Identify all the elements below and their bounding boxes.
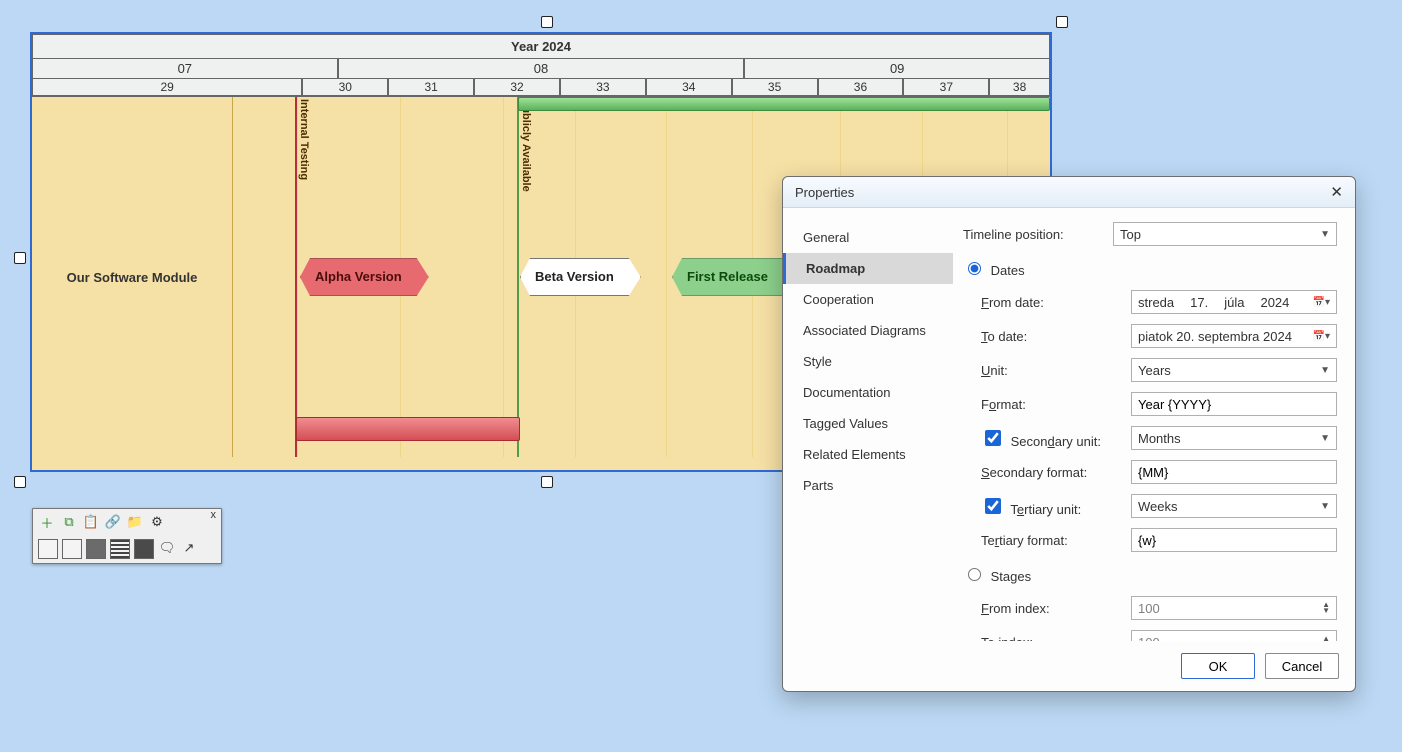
secondary-unit-select[interactable]: Months ▼ <box>1131 426 1337 450</box>
timeline-month: 09 <box>744 59 1050 79</box>
resize-handle[interactable] <box>14 252 26 264</box>
marker-line-internal[interactable] <box>295 97 297 457</box>
chevron-down-icon: ▼ <box>1320 433 1330 444</box>
unit-select[interactable]: Years ▼ <box>1131 358 1337 382</box>
note-icon[interactable]: 🗨 <box>158 539 176 557</box>
chevron-down-icon: ▼ <box>1320 501 1330 512</box>
link-icon[interactable]: 🔗 <box>104 513 122 531</box>
ok-button[interactable]: OK <box>1181 653 1255 679</box>
folder-icon[interactable]: 📁 <box>126 513 144 531</box>
calendar-icon: 📅▾ <box>1313 297 1330 308</box>
timeline-week: 34 <box>646 79 732 96</box>
phase-bar-internal[interactable] <box>296 417 520 441</box>
sidebar-item-documentation[interactable]: Documentation <box>783 377 953 408</box>
secondary-format-input[interactable] <box>1131 460 1337 484</box>
label-tertiary-format: Tertiary format: <box>981 533 1131 548</box>
context-toolbox[interactable]: x ＋ ⧉ 📋 🔗 📁 ⚙ 🗨 ↗ <box>32 508 222 564</box>
add-one-icon[interactable]: ＋ <box>38 513 56 531</box>
label-format: Format: <box>981 397 1131 412</box>
spinner-icon: ▲▼ <box>1322 602 1330 614</box>
marker-line-public[interactable] <box>517 97 519 457</box>
swatch-light[interactable] <box>38 539 58 559</box>
sidebar-item-parts[interactable]: Parts <box>783 470 953 501</box>
timeline-week: 30 <box>302 79 388 96</box>
resize-handle[interactable] <box>1056 16 1068 28</box>
tertiary-unit-select[interactable]: Weeks ▼ <box>1131 494 1337 518</box>
phase-bar-public[interactable] <box>518 97 1050 111</box>
sidebar-item-general[interactable]: General <box>783 222 953 253</box>
clipboard-icon[interactable]: 📋 <box>82 513 100 531</box>
timeline-month: 08 <box>338 59 745 79</box>
swatch-gray[interactable] <box>86 539 106 559</box>
label-unit: Unit: <box>981 363 1131 378</box>
label-stages: Stages <box>991 569 1031 584</box>
to-index-spinner: 100 ▲▼ <box>1131 630 1337 641</box>
resize-handle[interactable] <box>14 476 26 488</box>
chevron-down-icon: ▼ <box>1320 229 1330 240</box>
label-dates: Dates <box>991 263 1025 278</box>
chevron-down-icon: ▼ <box>1320 365 1330 376</box>
cancel-button[interactable]: Cancel <box>1265 653 1339 679</box>
external-icon[interactable]: ↗ <box>180 539 198 557</box>
to-date-picker[interactable]: piatok 20. septembra 2024 📅▾ <box>1131 324 1337 348</box>
milestone-release[interactable]: First Release <box>672 258 795 296</box>
dialog-title-text: Properties <box>795 185 854 200</box>
marker-label-public: Publicly Available <box>520 99 532 192</box>
label-tertiary-unit: Tertiary unit: <box>981 495 1131 517</box>
add-many-icon[interactable]: ⧉ <box>60 513 78 531</box>
dialog-sidebar: General Roadmap Cooperation Associated D… <box>783 208 953 641</box>
timeline-week: 37 <box>903 79 989 96</box>
dialog-footer: OK Cancel <box>783 641 1355 691</box>
module-label[interactable]: Our Software Module <box>32 97 233 457</box>
milestone-beta[interactable]: Beta Version <box>520 258 641 296</box>
tertiary-unit-checkbox[interactable] <box>985 498 1001 514</box>
label-timeline-position: Timeline position: <box>963 227 1113 242</box>
from-index-spinner: 100 ▲▼ <box>1131 596 1337 620</box>
sidebar-item-cooperation[interactable]: Cooperation <box>783 284 953 315</box>
label-secondary-unit: Secondary unit: <box>981 427 1131 449</box>
resize-handle[interactable] <box>541 476 553 488</box>
timeline-week: 29 <box>32 79 302 96</box>
from-date-picker[interactable]: streda 17. júla 2024 📅▾ <box>1131 290 1337 314</box>
dialog-form: Timeline position: Top ▼ Dates From date… <box>953 208 1355 641</box>
secondary-unit-checkbox[interactable] <box>985 430 1001 446</box>
calendar-icon: 📅▾ <box>1313 331 1330 342</box>
marker-label-internal: Internal Testing <box>298 99 310 180</box>
close-icon[interactable]: ✕ <box>1330 183 1343 201</box>
timeline-week: 35 <box>732 79 818 96</box>
timeline-year: Year 2024 <box>32 34 1050 59</box>
timeline-week: 36 <box>818 79 904 96</box>
swatch-lines[interactable] <box>110 539 130 559</box>
timeline-months: 07 08 09 <box>32 59 1050 79</box>
timeline-week: 32 <box>474 79 560 96</box>
label-from-index: From index: <box>981 601 1131 616</box>
timeline-position-select[interactable]: Top ▼ <box>1113 222 1337 246</box>
mode-stages-radio[interactable] <box>968 568 981 581</box>
properties-icon[interactable]: ⚙ <box>148 513 166 531</box>
timeline-week: 38 <box>989 79 1050 96</box>
label-secondary-format: Secondary format: <box>981 465 1131 480</box>
tertiary-format-input[interactable] <box>1131 528 1337 552</box>
sidebar-item-tagged[interactable]: Tagged Values <box>783 408 953 439</box>
milestone-alpha[interactable]: Alpha Version <box>300 258 429 296</box>
timeline-header: Year 2024 07 08 09 29 30 31 32 33 34 35 … <box>32 34 1050 97</box>
dialog-titlebar[interactable]: Properties ✕ <box>783 177 1355 208</box>
timeline-month: 07 <box>32 59 338 79</box>
timeline-week: 33 <box>560 79 646 96</box>
properties-dialog[interactable]: Properties ✕ General Roadmap Cooperation… <box>782 176 1356 692</box>
sidebar-item-related[interactable]: Related Elements <box>783 439 953 470</box>
format-input[interactable] <box>1131 392 1337 416</box>
timeline-weeks: 29 30 31 32 33 34 35 36 37 38 <box>32 79 1050 96</box>
resize-handle[interactable] <box>541 16 553 28</box>
label-to-date: To date: <box>981 329 1131 344</box>
mode-dates-radio[interactable] <box>968 262 981 275</box>
label-from-date: From date: <box>981 295 1131 310</box>
swatch-light[interactable] <box>62 539 82 559</box>
sidebar-item-associated[interactable]: Associated Diagrams <box>783 315 953 346</box>
timeline-week: 31 <box>388 79 474 96</box>
sidebar-item-style[interactable]: Style <box>783 346 953 377</box>
close-icon[interactable]: x <box>208 509 220 521</box>
swatch-dark[interactable] <box>134 539 154 559</box>
sidebar-item-roadmap[interactable]: Roadmap <box>783 253 953 284</box>
